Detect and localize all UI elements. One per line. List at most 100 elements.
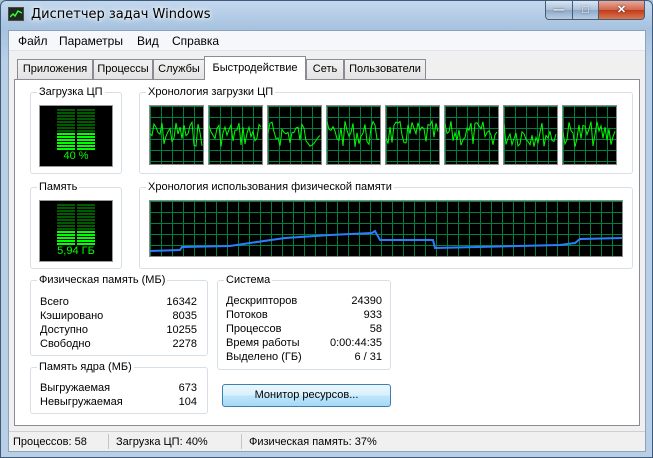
kernel-nonpaged-label: Невыгружаемая [40, 396, 123, 408]
system-commit-value: 6 / 31 [354, 351, 382, 363]
task-manager-icon [8, 7, 24, 21]
cpu-meter-segment [57, 115, 75, 117]
memory-meter-segment [57, 237, 75, 239]
cpu-meter-segment [77, 124, 95, 126]
memory-meter-segment [77, 204, 95, 206]
cpu-core-graph [503, 105, 558, 165]
close-button[interactable]: ✕ [598, 1, 645, 20]
memory-meter-segment [57, 204, 75, 206]
cpu-meter-segment [77, 133, 95, 135]
performance-panel: Загрузка ЦП 40 % Хронология загрузки ЦП … [14, 79, 640, 426]
cpu-meter-segment [77, 136, 95, 138]
memory-meter-segment [77, 216, 95, 218]
memory-meter-segment [77, 240, 95, 242]
cpu-meter-segment [77, 109, 95, 111]
status-separator [108, 434, 109, 449]
memory-meter-segment [77, 222, 95, 224]
memory-meter-segment [77, 207, 95, 209]
kernel-paged-label: Выгружаемая [40, 382, 111, 394]
cpu-meter-segment [57, 130, 75, 132]
memory-meter-segment [77, 219, 95, 221]
memory-meter-segment [57, 225, 75, 227]
physical-total-label: Всего [40, 296, 69, 308]
memory-meter-segment [77, 213, 95, 215]
cpu-core-graph [385, 105, 440, 165]
physical-memory-label: Физическая память (МБ) [37, 274, 168, 286]
memory-meter-segment [57, 207, 75, 209]
tab-services[interactable]: Службы [153, 59, 205, 79]
maximize-icon: □ [582, 4, 589, 16]
menu-options[interactable]: Параметры [59, 34, 123, 48]
title-bar[interactable]: Диспетчер задач Windows — □ ✕ [1, 1, 652, 30]
physical-available-value: 10255 [166, 324, 197, 336]
cpu-meter-segment [77, 127, 95, 129]
cpu-meter-segment [57, 136, 75, 138]
status-separator [241, 434, 242, 449]
kernel-paged-value: 673 [178, 382, 197, 394]
cpu-meter-segment [57, 142, 75, 144]
system-threads-label: Потоков [226, 309, 268, 321]
status-bar: Процессов: 58 Загрузка ЦП: 40% Физическа… [9, 431, 645, 451]
memory-meter-segment [77, 228, 95, 230]
minimize-button[interactable]: — [545, 1, 573, 20]
system-processes-label: Процессов [226, 323, 282, 335]
tab-performance[interactable]: Быстродействие [204, 56, 306, 80]
cpu-core-graph [326, 105, 381, 165]
cpu-core-graph [444, 105, 499, 165]
cpu-meter-segment [77, 145, 95, 147]
memory-meter-segment [57, 231, 75, 233]
cpu-meter-segment [57, 139, 75, 141]
cpu-meter-segment [57, 133, 75, 135]
system-commit-label: Выделено (ГБ) [226, 351, 302, 363]
memory-meter-segment [77, 237, 95, 239]
tab-users[interactable]: Пользователи [344, 59, 426, 79]
memory-meter-segment [77, 231, 95, 233]
cpu-core-graph [267, 105, 322, 165]
kernel-memory-label: Память ядра (МБ) [37, 361, 134, 373]
memory-meter-segment [57, 210, 75, 212]
maximize-button[interactable]: □ [572, 1, 599, 20]
cpu-meter-segment [57, 109, 75, 111]
cpu-meter-segment [77, 139, 95, 141]
system-processes-value: 58 [369, 323, 382, 335]
memory-meter-segment [57, 216, 75, 218]
physical-memory-group: Физическая память (МБ) Всего 16342 Кэшир… [30, 274, 208, 356]
cpu-meter-segment [57, 127, 75, 129]
tab-network[interactable]: Сеть [306, 59, 344, 79]
system-handles-label: Дескрипторов [226, 295, 298, 307]
cpu-core-graph [562, 105, 617, 165]
cpu-usage-value: 40 % [63, 150, 89, 162]
memory-meter-segment [77, 210, 95, 212]
client-area: Файл Параметры Вид Справка Приложения Пр… [8, 30, 646, 452]
system-handles-value: 24390 [351, 295, 382, 307]
tab-processes[interactable]: Процессы [93, 59, 153, 79]
memory-group: Память 5,94 ГБ [30, 181, 122, 269]
menu-help[interactable]: Справка [172, 34, 219, 48]
physical-total-value: 16342 [166, 296, 197, 308]
physical-cached-value: 8035 [172, 310, 197, 322]
cpu-core-graph [208, 105, 263, 165]
cpu-meter-segment [57, 124, 75, 126]
memory-meter-segment [57, 222, 75, 224]
cpu-history-label: Хронология загрузки ЦП [146, 86, 276, 98]
memory-label: Память [37, 181, 80, 193]
tab-applications[interactable]: Приложения [17, 59, 93, 79]
system-group: Система Дескрипторов 24390 Потоков 933 П… [217, 274, 391, 370]
cpu-meter-segment [77, 121, 95, 123]
memory-history-label: Хронология использования физической памя… [146, 181, 394, 193]
physical-free-label: Свободно [40, 338, 91, 350]
cpu-usage-label: Загрузка ЦП [37, 86, 105, 98]
kernel-memory-group: Память ядра (МБ) Выгружаемая 673 Невыгру… [30, 361, 208, 414]
menu-view[interactable]: Вид [137, 34, 159, 48]
menu-bar: Файл Параметры Вид Справка [9, 31, 645, 51]
cpu-usage-group: Загрузка ЦП 40 % [30, 86, 122, 174]
system-label: Система [224, 274, 273, 286]
resource-monitor-button[interactable]: Монитор ресурсов... [222, 384, 391, 407]
system-uptime-label: Время работы [226, 337, 300, 349]
cpu-meter-segment [57, 145, 75, 147]
window-title: Диспетчер задач Windows [31, 7, 211, 22]
cpu-history-group: Хронология загрузки ЦП [139, 86, 633, 174]
kernel-nonpaged-value: 104 [178, 396, 197, 408]
status-memory: Физическая память: 37% [249, 436, 377, 448]
menu-file[interactable]: Файл [18, 34, 48, 48]
